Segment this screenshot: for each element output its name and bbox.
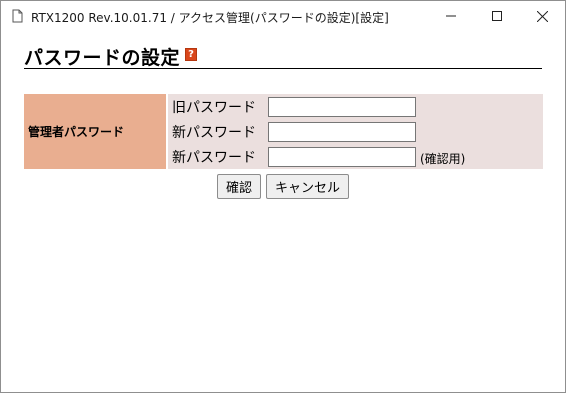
close-button[interactable] [519, 1, 565, 31]
window-title: RTX1200 Rev.10.01.71 / アクセス管理(パスワードの設定)[… [31, 11, 389, 25]
confirm-button[interactable]: 確認 [217, 174, 261, 199]
page-header: パスワードの設定 ? [24, 43, 542, 69]
page-content: パスワードの設定 ? 管理者パスワード 旧パスワード 新パスワード 新パスワード… [1, 31, 565, 392]
old-password-input[interactable] [268, 97, 416, 117]
section-label: 管理者パスワード [28, 125, 125, 139]
title-bar: RTX1200 Rev.10.01.71 / アクセス管理(パスワードの設定)[… [1, 1, 565, 31]
browser-window: RTX1200 Rev.10.01.71 / アクセス管理(パスワードの設定)[… [0, 0, 566, 393]
maximize-icon [492, 11, 502, 21]
password-form-table: 管理者パスワード 旧パスワード 新パスワード 新パスワード (確認用) [24, 94, 543, 169]
close-icon [536, 10, 548, 22]
help-icon[interactable]: ? [185, 48, 197, 61]
new-password-label: 新パスワード [172, 125, 256, 141]
minimize-icon [446, 15, 456, 17]
cancel-button[interactable]: キャンセル [266, 174, 349, 199]
maximize-button[interactable] [474, 1, 520, 31]
document-icon [12, 9, 23, 23]
confirm-password-input[interactable] [268, 147, 416, 167]
page-title: パスワードの設定 [24, 47, 181, 69]
new-password-input[interactable] [268, 122, 416, 142]
section-label-cell: 管理者パスワード [24, 94, 166, 169]
confirm-password-label: 新パスワード [172, 150, 256, 166]
fields-cell: 旧パスワード 新パスワード 新パスワード (確認用) [168, 94, 543, 169]
old-password-label: 旧パスワード [172, 100, 256, 116]
confirm-note: (確認用) [420, 152, 466, 166]
minimize-button[interactable] [428, 1, 474, 31]
